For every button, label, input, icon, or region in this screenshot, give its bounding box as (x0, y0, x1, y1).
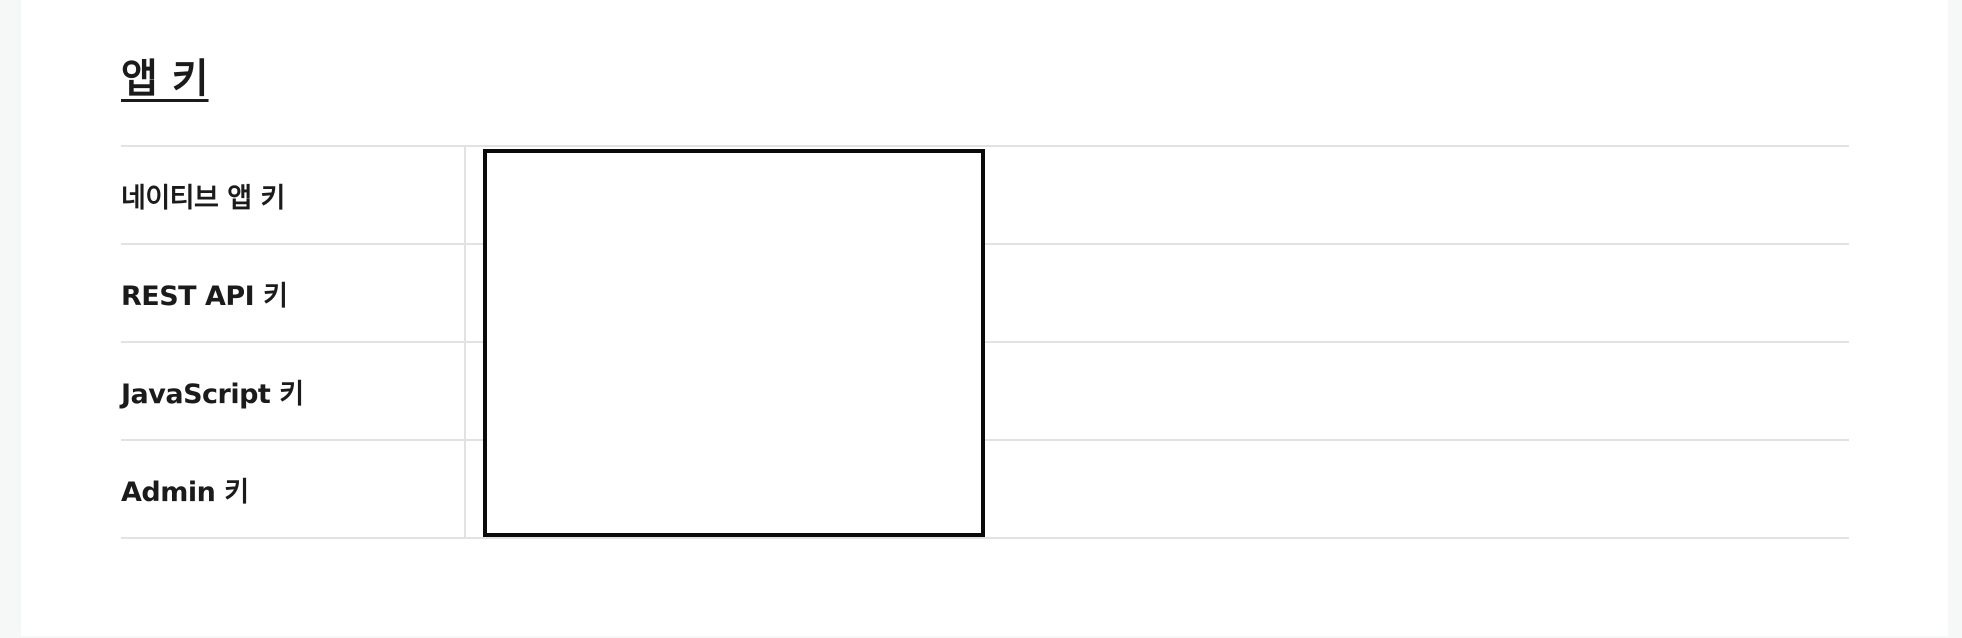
redacted-key-values-box (483, 149, 985, 537)
key-label-native: 네이티브 앱 키 (121, 147, 466, 243)
key-label-javascript: JavaScript 키 (121, 343, 466, 439)
section-title: 앱 키 (121, 56, 209, 102)
key-row-rest-api: REST API 키 (121, 245, 1849, 343)
key-label-admin: Admin 키 (121, 441, 466, 537)
key-row-native: 네이티브 앱 키 (121, 147, 1849, 245)
key-label-rest-api: REST API 키 (121, 245, 466, 341)
key-row-admin: Admin 키 (121, 441, 1849, 539)
app-keys-table: 네이티브 앱 키 REST API 키 JavaScript 키 Admin 키 (121, 145, 1849, 539)
key-row-javascript: JavaScript 키 (121, 343, 1849, 441)
app-keys-card: 앱 키 네이티브 앱 키 REST API 키 JavaScript 키 Adm… (21, 0, 1948, 636)
